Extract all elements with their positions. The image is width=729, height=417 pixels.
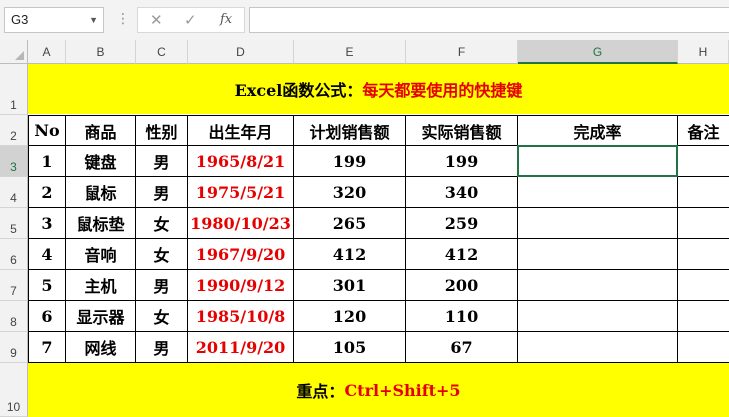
column-header-c[interactable]: C — [136, 40, 188, 64]
table-row-cell-e[interactable]: 301 — [294, 270, 406, 301]
more-options-icon[interactable]: ⋮ — [116, 9, 130, 29]
table-row-cell-c[interactable]: 男 — [136, 332, 188, 363]
table-row-cell-e[interactable]: 199 — [294, 146, 406, 177]
column-header-d[interactable]: D — [188, 40, 294, 64]
footer-banner-highlight: Ctrl+Shift+5 — [344, 380, 461, 400]
column-header-b[interactable]: B — [66, 40, 136, 64]
row-header-5[interactable]: 5 — [0, 208, 28, 239]
table-row-cell-e[interactable]: 120 — [294, 301, 406, 332]
chevron-down-icon[interactable]: ▼ — [89, 8, 98, 32]
table-row-cell-g[interactable] — [518, 208, 678, 239]
row-header-6[interactable]: 6 — [0, 239, 28, 270]
table-row-cell-f[interactable]: 200 — [406, 270, 518, 301]
table-row-cell-a[interactable]: 2 — [28, 177, 66, 208]
formula-input[interactable] — [249, 7, 729, 33]
table-header-cell-e[interactable]: 计划销售额 — [294, 115, 406, 146]
column-header-a[interactable]: A — [28, 40, 66, 64]
table-row-cell-f[interactable]: 110 — [406, 301, 518, 332]
table-row-cell-b[interactable]: 音响 — [66, 239, 136, 270]
table-header-cell-g[interactable]: 完成率 — [518, 115, 678, 146]
table-row-cell-b[interactable]: 网线 — [66, 332, 136, 363]
table-row-cell-h[interactable] — [678, 146, 729, 177]
table-row-cell-a[interactable]: 1 — [28, 146, 66, 177]
table-row-cell-f[interactable]: 259 — [406, 208, 518, 239]
confirm-icon[interactable]: ✓ — [184, 8, 197, 32]
table-row-cell-b[interactable]: 显示器 — [66, 301, 136, 332]
row-header-10[interactable]: 10 — [0, 363, 28, 417]
row-header-8[interactable]: 8 — [0, 301, 28, 332]
table-row-cell-g[interactable] — [518, 270, 678, 301]
title-banner-highlight: 每天都要使用的快捷键 — [362, 81, 523, 100]
table-row-cell-b[interactable]: 鼠标 — [66, 177, 136, 208]
table-row-cell-a[interactable]: 6 — [28, 301, 66, 332]
table-row-cell-d[interactable]: 1990/9/12 — [188, 270, 294, 301]
column-header-g[interactable]: G — [518, 40, 678, 64]
table-header-cell-a[interactable]: No — [28, 115, 66, 146]
table-row-cell-h[interactable] — [678, 332, 729, 363]
table-row-cell-e[interactable]: 265 — [294, 208, 406, 239]
table-header-cell-h[interactable]: 备注 — [678, 115, 729, 146]
table-row-cell-a[interactable]: 7 — [28, 332, 66, 363]
table-row-cell-c[interactable]: 女 — [136, 239, 188, 270]
table-row-cell-c[interactable]: 女 — [136, 301, 188, 332]
table-row-cell-c[interactable]: 男 — [136, 270, 188, 301]
row-header-3[interactable]: 3 — [0, 146, 28, 177]
table-row-cell-f[interactable]: 340 — [406, 177, 518, 208]
table-row-cell-a[interactable]: 5 — [28, 270, 66, 301]
cancel-icon[interactable]: ✕ — [150, 8, 163, 32]
table-row-cell-f[interactable]: 67 — [406, 332, 518, 363]
table-row-cell-a[interactable]: 4 — [28, 239, 66, 270]
table-row-cell-d[interactable]: 1980/10/23 — [188, 208, 294, 239]
row-header-4[interactable]: 4 — [0, 177, 28, 208]
table-row-cell-f[interactable]: 412 — [406, 239, 518, 270]
table-row-cell-e[interactable]: 320 — [294, 177, 406, 208]
table-row-cell-e[interactable]: 412 — [294, 239, 406, 270]
row-header-7[interactable]: 7 — [0, 270, 28, 301]
column-header-f[interactable]: F — [406, 40, 518, 64]
table-row-cell-h[interactable] — [678, 270, 729, 301]
column-header-h[interactable]: H — [678, 40, 729, 64]
footer-banner[interactable]: 重点： Ctrl+Shift+5 — [28, 363, 729, 417]
table-header-cell-d[interactable]: 出生年月 — [188, 115, 294, 146]
table-row-cell-h[interactable] — [678, 177, 729, 208]
table-row-cell-h[interactable] — [678, 301, 729, 332]
row-header-1[interactable]: 1 — [0, 64, 28, 115]
insert-function-icon[interactable]: fx — [220, 8, 232, 32]
name-box[interactable]: G3 ▼ — [4, 7, 104, 33]
table-row-cell-e[interactable]: 105 — [294, 332, 406, 363]
table-row-cell-d[interactable]: 2011/9/20 — [188, 332, 294, 363]
table-header-cell-f[interactable]: 实际销售额 — [406, 115, 518, 146]
formula-bar: G3 ▼ ⋮ ✕ ✓ fx — [0, 0, 729, 41]
row-header-2[interactable]: 2 — [0, 115, 28, 146]
table-row-cell-g[interactable] — [518, 239, 678, 270]
title-banner[interactable]: Excel函数公式： 每天都要使用的快捷键 — [28, 64, 729, 114]
row-header-9[interactable]: 9 — [0, 332, 28, 363]
select-all-corner[interactable] — [0, 40, 28, 64]
table-row-cell-d[interactable]: 1967/9/20 — [188, 239, 294, 270]
name-box-value: G3 — [11, 12, 29, 27]
table-row-cell-c[interactable]: 女 — [136, 208, 188, 239]
title-banner-label: Excel函数公式： — [234, 81, 363, 100]
table-row-cell-b[interactable]: 鼠标垫 — [66, 208, 136, 239]
table-row-cell-h[interactable] — [678, 208, 729, 239]
table-row-cell-a[interactable]: 3 — [28, 208, 66, 239]
table-row-cell-g[interactable] — [518, 177, 678, 208]
table-row-cell-b[interactable]: 主机 — [66, 270, 136, 301]
column-header-e[interactable]: E — [294, 40, 406, 64]
table-row-cell-d[interactable]: 1985/10/8 — [188, 301, 294, 332]
table-row-cell-c[interactable]: 男 — [136, 177, 188, 208]
formula-buttons: ✕ ✓ fx — [137, 7, 245, 33]
table-row-cell-g[interactable] — [518, 301, 678, 332]
table-row-cell-g[interactable] — [518, 332, 678, 363]
table-row-cell-c[interactable]: 男 — [136, 146, 188, 177]
table-header-cell-b[interactable]: 商品 — [66, 115, 136, 146]
footer-banner-label: 重点： — [296, 382, 345, 401]
table-row-cell-f[interactable]: 199 — [406, 146, 518, 177]
table-header-cell-c[interactable]: 性别 — [136, 115, 188, 146]
table-row-cell-d[interactable]: 1975/5/21 — [188, 177, 294, 208]
table-row-cell-h[interactable] — [678, 239, 729, 270]
table-row-cell-d[interactable]: 1965/8/21 — [188, 146, 294, 177]
table-row-cell-b[interactable]: 键盘 — [66, 146, 136, 177]
selected-cell-outline — [517, 145, 678, 177]
